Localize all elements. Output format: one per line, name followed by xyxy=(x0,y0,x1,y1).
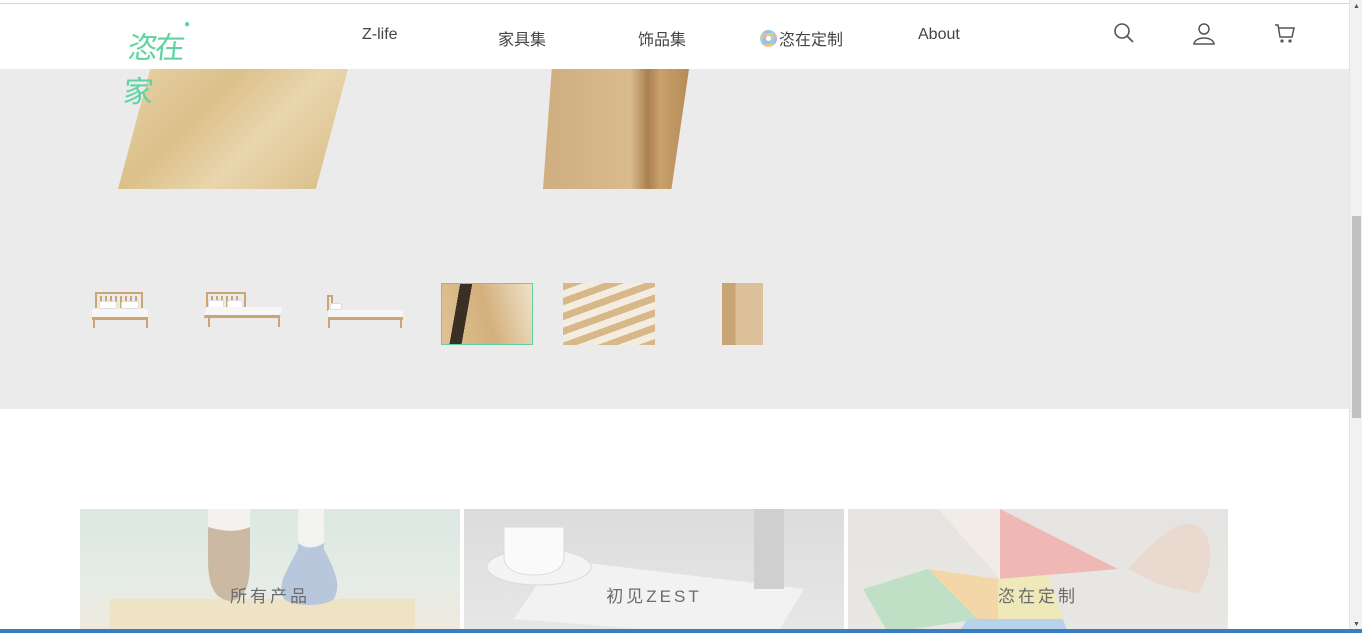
nav-item-about[interactable]: About xyxy=(918,26,960,44)
category-label: 恣在定制 xyxy=(998,587,1078,606)
rainbow-ring-icon xyxy=(760,29,777,47)
taskbar-edge xyxy=(0,629,1362,633)
thumbnail-bed-front[interactable] xyxy=(80,283,172,345)
category-label: 初见ZEST xyxy=(606,587,702,606)
bed-pillow xyxy=(330,303,342,310)
bed-leg xyxy=(400,320,402,328)
bed-leg xyxy=(328,320,330,328)
bed-pillow xyxy=(121,301,139,309)
scroll-up-arrow-icon[interactable]: ▲ xyxy=(1353,3,1360,10)
scroll-down-arrow-icon[interactable]: ▼ xyxy=(1353,621,1360,628)
bed-leg xyxy=(208,318,210,327)
brand-logo[interactable]: 恣在家 ● xyxy=(121,17,192,110)
logo-dot: ● xyxy=(183,19,190,30)
vertical-scrollbar[interactable]: ▲ ▼ xyxy=(1349,0,1362,633)
logo-text: 恣在家 xyxy=(121,31,184,110)
slats-detail-photo xyxy=(563,283,655,345)
nav-item-z-life[interactable]: Z-life xyxy=(362,26,398,44)
thumbnail-bed-angle[interactable] xyxy=(200,283,292,345)
category-tile-custom[interactable]: 恣在定制 xyxy=(848,509,1228,633)
bed-mattress xyxy=(92,309,148,320)
main-image-slat-right xyxy=(543,69,689,189)
category-tile-first-look-zest[interactable]: 初见ZEST xyxy=(464,509,844,633)
thumbnail-slats-detail[interactable] xyxy=(563,283,655,345)
bed-mattress xyxy=(328,310,403,320)
site-header: 恣在家 ● Z-life 家具集 饰品集 恣在定制 About xyxy=(0,4,1349,110)
thumbnail-bed-side[interactable] xyxy=(320,283,412,345)
thumbnail-frame-corner[interactable] xyxy=(685,283,777,345)
search-icon[interactable] xyxy=(1113,22,1135,49)
scrollbar-thumb[interactable] xyxy=(1352,216,1361,418)
user-icon[interactable] xyxy=(1192,22,1216,51)
nav-item-custom-label: 恣在定制 xyxy=(779,32,844,49)
coffee-book-illustration xyxy=(486,509,804,633)
frame-corner-photo xyxy=(685,283,777,345)
product-gallery xyxy=(0,69,1349,409)
bed-leg xyxy=(93,320,95,328)
nav-item-accessories[interactable]: 饰品集 xyxy=(638,26,686,50)
cart-icon[interactable] xyxy=(1274,22,1296,49)
category-label: 所有产品 xyxy=(230,587,310,606)
category-tile-all-products[interactable]: 所有产品 xyxy=(80,509,460,633)
nav-item-furniture[interactable]: 家具集 xyxy=(498,26,546,50)
bed-leg xyxy=(146,320,148,328)
headboard-detail-photo xyxy=(442,284,532,344)
bed-leg xyxy=(278,318,280,327)
bed-mattress xyxy=(203,307,283,318)
nav-item-custom[interactable]: 恣在定制 xyxy=(760,26,843,50)
thumbnail-headboard-detail[interactable] xyxy=(441,283,533,345)
vases-illustration xyxy=(110,509,415,633)
bed-pillow xyxy=(99,301,117,309)
tangram-illustration xyxy=(863,509,1211,633)
